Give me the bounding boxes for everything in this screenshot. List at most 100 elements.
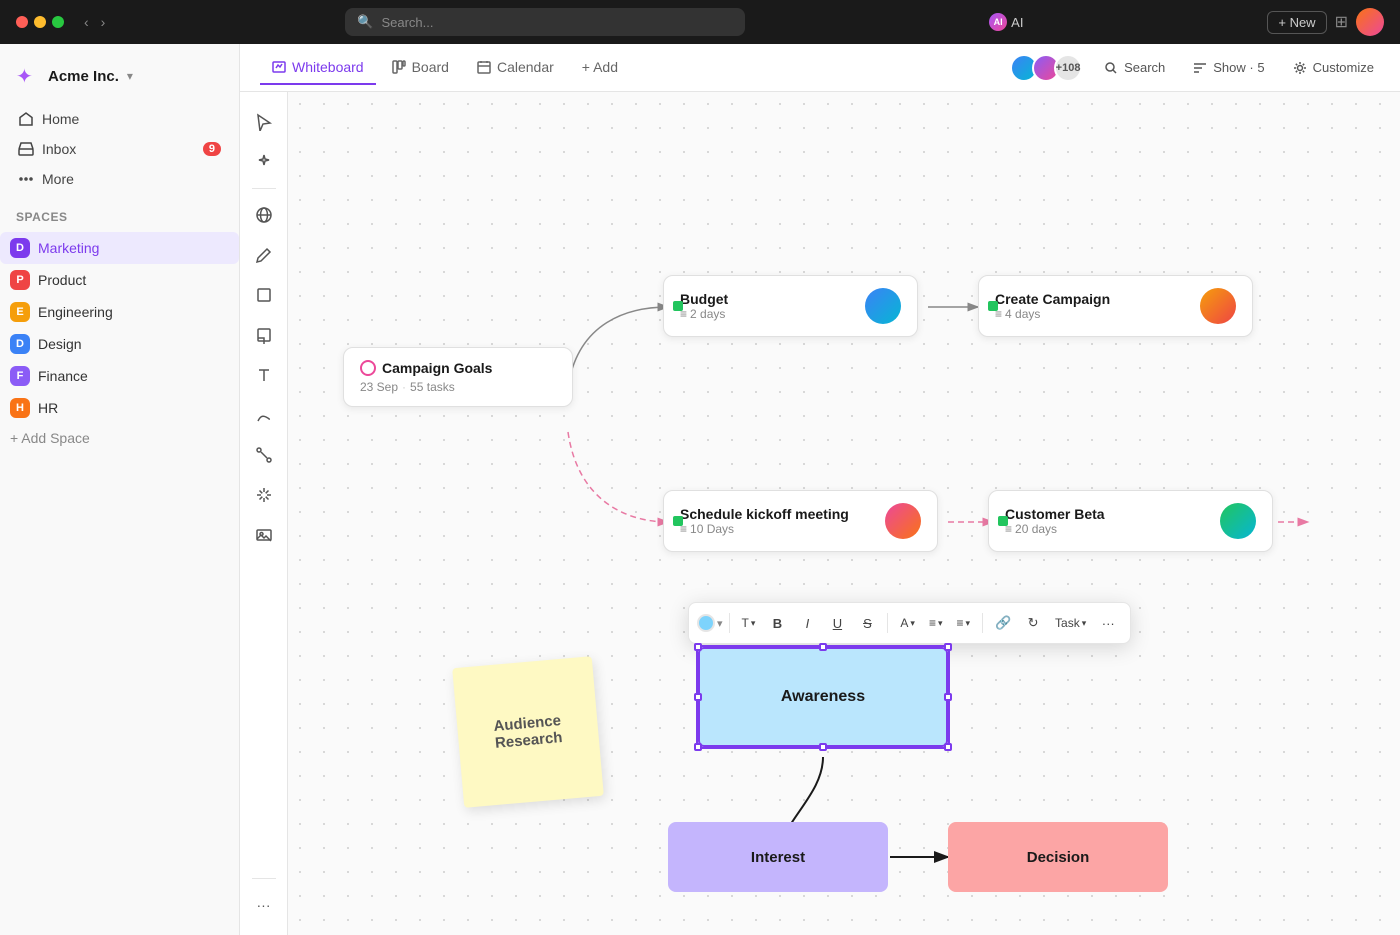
magic-tool[interactable] [246,144,282,180]
space-item-hr[interactable]: H HR [0,392,239,424]
show-icon [1193,61,1207,75]
list-icon: ≡ [957,616,964,630]
sparkle-tool[interactable] [246,477,282,513]
sync-icon[interactable]: ↻ [1019,609,1047,637]
sparkle-icon [255,486,273,504]
node-campaign-goals[interactable]: Campaign Goals 23 Sep · 55 tasks [343,347,573,407]
list-dropdown[interactable]: ≡▾ [951,614,977,632]
shape-tool[interactable] [246,277,282,313]
whiteboard-icon [272,60,286,74]
sticky-tool[interactable] [246,317,282,353]
align-icon: ≡ [929,616,936,630]
sticky-note-audience[interactable]: Audience Research [452,656,604,808]
italic-button[interactable]: I [793,609,821,637]
node-schedule-kickoff[interactable]: Schedule kickoff meeting ≡ 10 Days [663,490,938,552]
font-size-dropdown[interactable]: A▾ [894,614,921,632]
more-options-button[interactable]: ··· [1094,609,1122,637]
search-header-btn[interactable]: Search [1098,56,1171,79]
inbox-badge: 9 [203,142,221,156]
canvas[interactable]: Campaign Goals 23 Sep · 55 tasks Budget [288,92,1400,935]
space-item-marketing[interactable]: D Marketing [0,232,239,264]
org-logo[interactable]: ✦ Acme Inc. ▾ [0,56,239,104]
more-tools-btn[interactable]: ··· [246,887,282,923]
floating-toolbar: ▾ T▾ B I U S A▾ ≡▾ [688,602,1131,644]
pen-tool[interactable] [246,237,282,273]
handle-rm[interactable] [944,693,952,701]
space-item-engineering[interactable]: E Engineering [0,296,239,328]
handle-tl[interactable] [694,643,702,651]
bold-button[interactable]: B [763,609,791,637]
content-area: Whiteboard Board Calendar + Add +108 [240,44,1400,935]
space-item-finance[interactable]: F Finance [0,360,239,392]
tab-whiteboard[interactable]: Whiteboard [260,51,376,85]
space-item-design[interactable]: D Design [0,328,239,360]
font-style-dropdown[interactable]: T▾ [736,614,762,632]
text-tool[interactable] [246,357,282,393]
awareness-box[interactable]: Awareness [698,647,948,747]
chevron-color-icon[interactable]: ▾ [717,617,723,630]
underline-button[interactable]: U [823,609,851,637]
tab-add[interactable]: + Add [570,51,630,85]
list-chevron-icon: ▾ [966,618,971,629]
space-dot-finance: F [10,366,30,386]
grid-icon[interactable]: ⊞ [1335,12,1348,32]
customer-beta-title: Customer Beta [1005,506,1105,522]
maximize-window-btn[interactable] [52,16,64,28]
close-window-btn[interactable] [16,16,28,28]
select-tool[interactable] [246,104,282,140]
toolbar-separator-3 [982,613,983,633]
tab-calendar[interactable]: Calendar [465,51,566,85]
align-dropdown[interactable]: ≡▾ [923,614,949,632]
space-label-product: Product [38,272,86,288]
select-icon [255,113,273,131]
font-size-chevron-icon: ▾ [910,618,915,629]
create-campaign-status-dot [988,301,998,311]
node-create-campaign[interactable]: Create Campaign ≡ 4 days [978,275,1253,337]
decision-box[interactable]: Decision [948,822,1168,892]
sidebar-item-home[interactable]: Home [8,104,231,134]
color-picker-btn[interactable] [697,614,715,632]
task-label: Task [1055,616,1080,630]
sidebar-item-more[interactable]: More [8,164,231,194]
sidebar-item-inbox[interactable]: Inbox 9 [8,134,231,164]
show-header-btn[interactable]: Show · 5 [1187,56,1270,79]
new-button[interactable]: + New [1267,11,1326,34]
forward-btn[interactable]: › [97,12,110,32]
global-search-bar[interactable]: 🔍 [345,8,745,36]
link-button[interactable]: 🔗 [989,609,1017,637]
global-search-input[interactable] [381,15,733,30]
node-budget[interactable]: Budget ≡ 2 days [663,275,918,337]
search-icon: 🔍 [357,14,373,30]
minimize-window-btn[interactable] [34,16,46,28]
user-avatar[interactable] [1356,8,1384,36]
connector-tool[interactable] [246,437,282,473]
globe-icon [255,206,273,224]
handle-bl[interactable] [694,743,702,751]
globe-tool[interactable] [246,197,282,233]
draw-tool[interactable] [246,397,282,433]
back-btn[interactable]: ‹ [80,12,93,32]
strikethrough-button[interactable]: S [853,609,881,637]
avatar-group: +108 [1010,54,1082,82]
handle-lm[interactable] [694,693,702,701]
spaces-header: Spaces [0,194,239,232]
handle-tm[interactable] [819,643,827,651]
image-tool[interactable] [246,517,282,553]
draw-icon [255,406,273,424]
add-space-button[interactable]: + Add Space [0,424,239,452]
handle-tr[interactable] [944,643,952,651]
customer-beta-status-dot [998,516,1008,526]
magic-icon [255,153,273,171]
space-item-product[interactable]: P Product [0,264,239,296]
toolbar-separator-1 [729,613,730,633]
tab-board[interactable]: Board [380,51,461,85]
customize-header-btn[interactable]: Customize [1287,56,1380,79]
avatar-more[interactable]: +108 [1054,54,1082,82]
handle-br[interactable] [944,743,952,751]
handle-bm[interactable] [819,743,827,751]
task-dropdown[interactable]: Task▾ [1049,614,1092,632]
interest-box[interactable]: Interest [668,822,888,892]
home-icon [18,111,34,127]
ai-button[interactable]: AI AI [981,9,1031,35]
node-customer-beta[interactable]: Customer Beta ≡ 20 days [988,490,1273,552]
